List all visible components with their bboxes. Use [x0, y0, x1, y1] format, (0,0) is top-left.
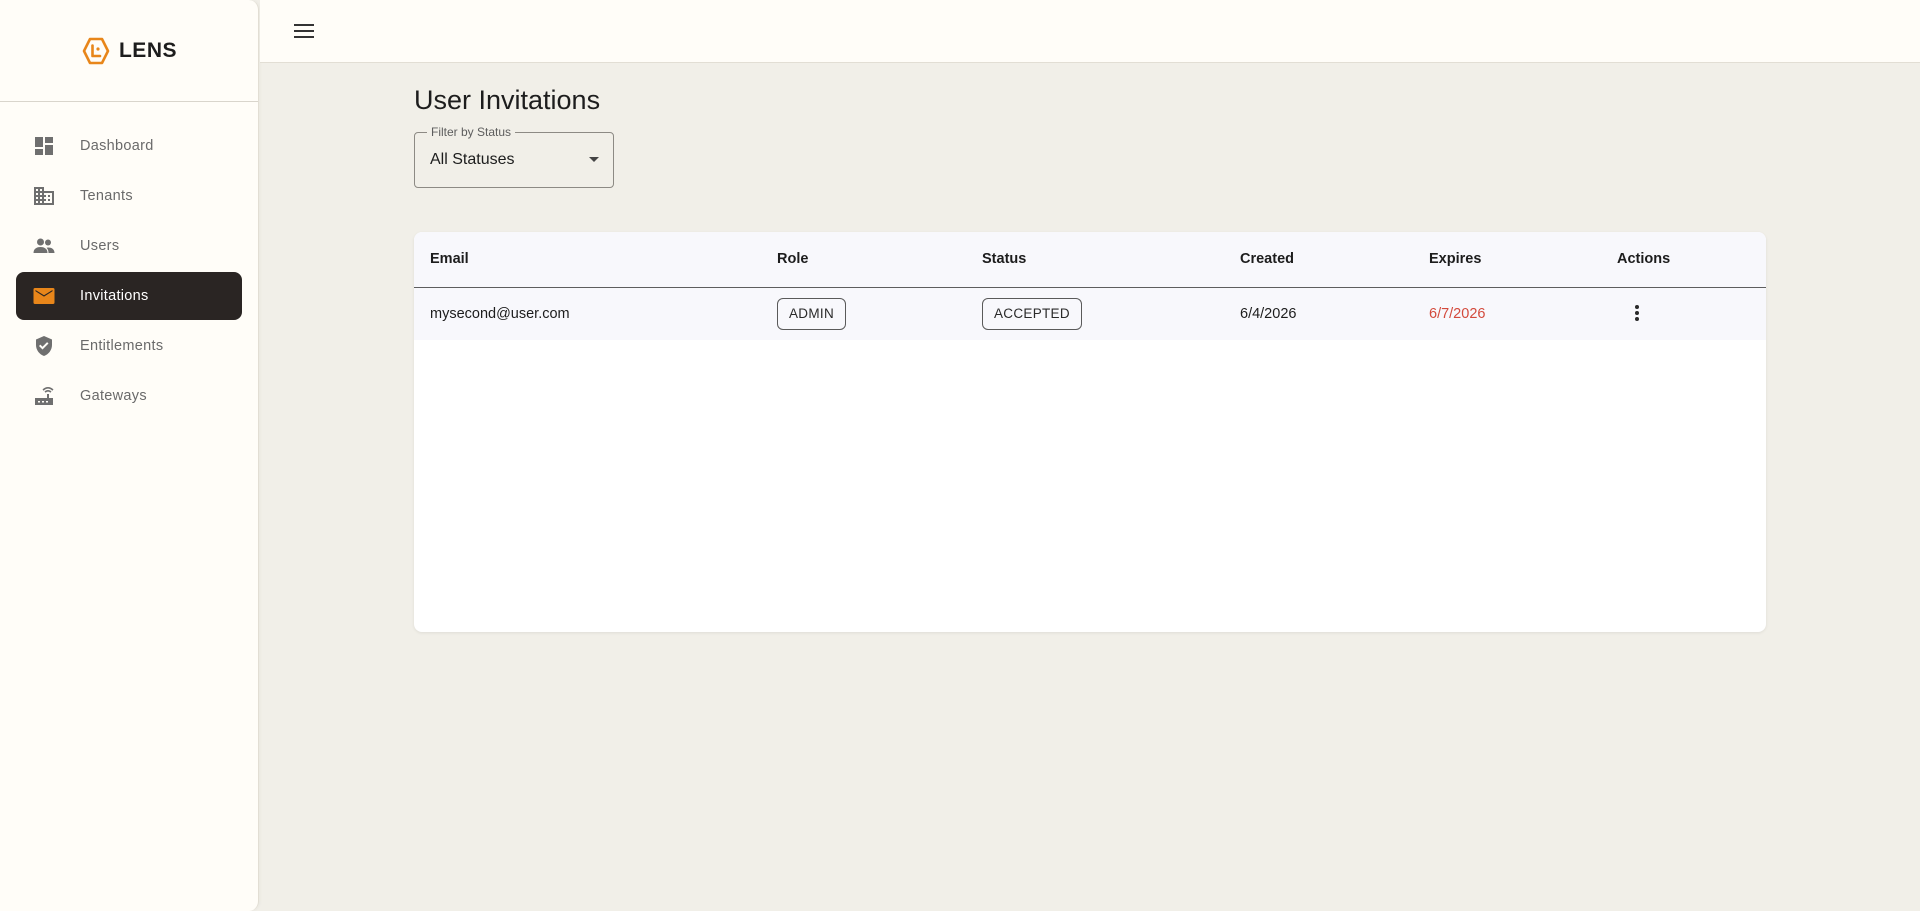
sidebar-item-users[interactable]: Users [16, 222, 242, 270]
main-content: User Invitations Filter by Status All St… [414, 63, 1766, 632]
column-header-created[interactable]: Created [1224, 232, 1413, 287]
sidebar-item-entitlements[interactable]: Entitlements [16, 322, 242, 370]
column-header-role[interactable]: Role [761, 232, 966, 287]
brand[interactable]: LENS [0, 0, 258, 102]
sidebar-item-gateways[interactable]: Gateways [16, 372, 242, 420]
sidebar-item-label: Invitations [80, 288, 149, 304]
people-icon [32, 234, 56, 258]
router-icon [32, 384, 56, 408]
status-filter-label: Filter by Status [427, 125, 516, 139]
table-header-row: Email Role Status Created Expires Action… [414, 232, 1766, 287]
invitations-table-card: Email Role Status Created Expires Action… [414, 232, 1766, 632]
role-chip: ADMIN [777, 297, 846, 330]
invitations-table: Email Role Status Created Expires Action… [414, 232, 1766, 340]
sidebar-item-label: Tenants [80, 188, 133, 204]
sidebar-item-invitations[interactable]: Invitations [16, 272, 242, 320]
cell-created: 6/4/2026 [1240, 305, 1297, 322]
lens-logo-icon [81, 36, 111, 66]
more-actions-icon[interactable] [1625, 301, 1649, 325]
cell-expires: 6/7/2026 [1429, 305, 1486, 322]
table-row[interactable]: mysecond@user.com ADMIN ACCEPTED 6/4/202… [414, 287, 1766, 340]
mail-icon [32, 284, 56, 308]
status-chip: ACCEPTED [982, 297, 1082, 330]
column-header-expires[interactable]: Expires [1413, 232, 1601, 287]
shield-check-icon [32, 334, 56, 358]
brand-name: LENS [118, 38, 177, 62]
cell-email: mysecond@user.com [430, 305, 570, 322]
sidebar-nav: Dashboard Tenants Users Invitations Enti… [0, 102, 258, 420]
building-icon [32, 184, 56, 208]
column-header-actions: Actions [1617, 251, 1671, 268]
hamburger-menu-icon[interactable] [292, 19, 316, 43]
sidebar-item-label: Dashboard [80, 138, 154, 154]
page-title: User Invitations [414, 85, 601, 115]
sidebar-item-label: Users [80, 238, 120, 254]
sidebar-item-label: Entitlements [80, 338, 164, 354]
cell-actions [1601, 287, 1766, 340]
dashboard-icon [32, 134, 56, 158]
sidebar-item-dashboard[interactable]: Dashboard [16, 122, 242, 170]
cell-status: ACCEPTED [966, 287, 1224, 340]
status-filter-select[interactable]: Filter by Status All Statuses [414, 125, 614, 188]
sidebar-item-tenants[interactable]: Tenants [16, 172, 242, 220]
sidebar-item-label: Gateways [80, 388, 147, 404]
sidebar: LENS Dashboard Tenants Users Invitations… [0, 0, 259, 911]
status-filter-value: All Statuses [430, 151, 515, 168]
topbar [260, 0, 1920, 63]
caret-down-icon [589, 157, 599, 162]
column-header-email[interactable]: Email [414, 232, 761, 287]
column-header-status[interactable]: Status [966, 232, 1224, 287]
cell-role: ADMIN [761, 287, 966, 340]
